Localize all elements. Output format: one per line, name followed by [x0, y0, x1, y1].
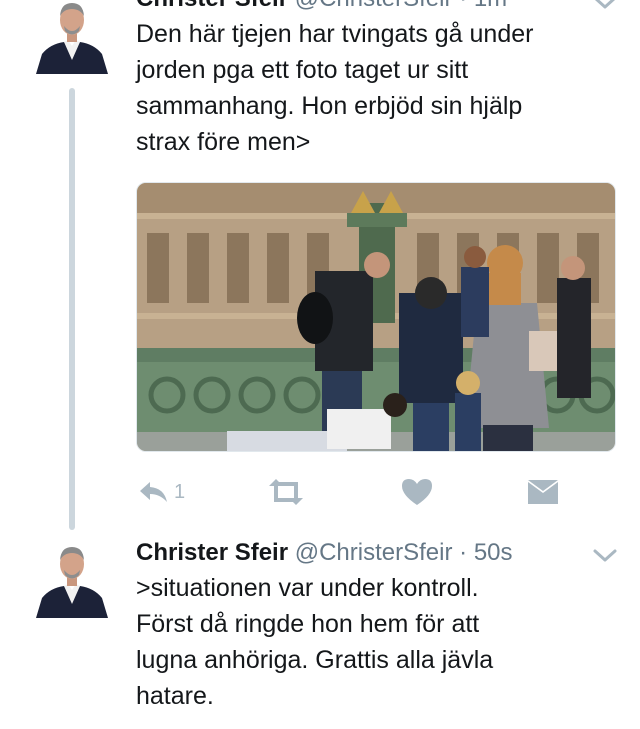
meta-separator: ·	[459, 539, 468, 566]
like-button[interactable]	[400, 472, 434, 512]
tweet-photo[interactable]	[136, 182, 616, 452]
retweet-button[interactable]	[266, 472, 306, 512]
tweet-text: Den här tjejen har tvingats gå under jor…	[136, 20, 534, 156]
tweet-time[interactable]: 50s	[474, 539, 513, 566]
avatar-portrait	[34, 542, 110, 618]
avatar-portrait	[34, 0, 110, 74]
tweet-text: >situationen var under kontroll. Först d…	[136, 574, 494, 710]
envelope-icon	[528, 480, 558, 504]
tweet-header: Christer Sfeir @ChristerSfeir · 1m	[136, 0, 507, 14]
heart-icon	[402, 479, 432, 505]
author-name[interactable]: Christer Sfeir	[136, 539, 288, 566]
direct-message-button[interactable]	[526, 472, 560, 512]
tweet-time[interactable]: 1m	[474, 0, 507, 12]
avatar[interactable]	[34, 0, 110, 74]
reply-count: 1	[174, 480, 186, 503]
tweet-actions: 1	[136, 472, 596, 512]
author-handle[interactable]: @ChristerSfeir	[295, 539, 453, 566]
author-handle[interactable]: @ChristerSfeir	[295, 0, 453, 12]
reply-button[interactable]: 1	[138, 472, 185, 512]
reply-icon	[140, 482, 167, 502]
author-name[interactable]: Christer Sfeir	[136, 0, 288, 12]
chevron-down-icon[interactable]	[591, 0, 619, 12]
meta-separator: ·	[459, 0, 467, 12]
thread-connector-line	[69, 88, 75, 530]
photo-image	[137, 183, 615, 451]
avatar[interactable]	[34, 542, 110, 618]
chevron-down-icon[interactable]	[591, 545, 619, 565]
tweet-header: Christer Sfeir @ChristerSfeir · 50s	[136, 538, 513, 568]
retweet-icon	[269, 479, 303, 505]
